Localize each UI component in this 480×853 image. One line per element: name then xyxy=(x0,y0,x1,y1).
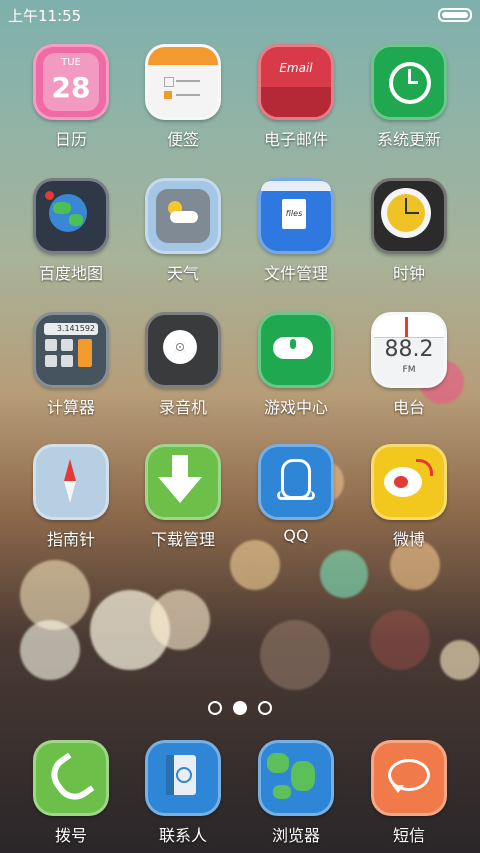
weibo-icon xyxy=(371,444,447,520)
page-dot[interactable] xyxy=(258,701,273,715)
weather-icon xyxy=(145,178,221,254)
app-label: 日历 xyxy=(54,130,87,149)
app-messages[interactable]: 短信 xyxy=(354,740,464,846)
app-label: 短信 xyxy=(392,826,425,845)
app-calendar[interactable]: TUE 28 日历 xyxy=(16,44,126,150)
app-label: 系统更新 xyxy=(376,130,441,149)
status-bar: 上午11:55 xyxy=(0,0,480,28)
app-radio[interactable]: 88.2 FM 电台 xyxy=(354,312,464,418)
dock: 拨号 联系人 浏览器 短信 xyxy=(0,740,480,853)
app-label: QQ xyxy=(283,526,309,545)
app-download[interactable]: 下载管理 xyxy=(128,444,238,550)
app-weibo[interactable]: 微博 xyxy=(354,444,464,550)
page-dot-active[interactable] xyxy=(233,701,247,715)
app-label: 指南针 xyxy=(46,530,95,549)
app-label: 微博 xyxy=(392,530,425,549)
app-qq[interactable]: QQ xyxy=(241,444,351,545)
calendar-icon: TUE 28 xyxy=(33,44,109,120)
calculator-icon: 3.141592 xyxy=(33,312,109,388)
app-phone[interactable]: 拨号 xyxy=(16,740,126,846)
system-update-icon xyxy=(371,44,447,120)
download-icon xyxy=(145,444,221,520)
phone-icon xyxy=(33,740,109,816)
app-clock[interactable]: 时钟 xyxy=(354,178,464,284)
app-label: 电子邮件 xyxy=(263,130,328,149)
app-map[interactable]: 百度地图 xyxy=(16,178,126,284)
app-label: 便签 xyxy=(166,130,199,149)
app-label: 拨号 xyxy=(54,826,87,845)
app-compass[interactable]: 指南针 xyxy=(16,444,126,550)
app-system-update[interactable]: 系统更新 xyxy=(354,44,464,150)
app-recorder[interactable]: 录音机 xyxy=(128,312,238,418)
app-label: 天气 xyxy=(166,264,199,283)
clock-icon xyxy=(371,178,447,254)
compass-icon xyxy=(33,444,109,520)
qq-icon xyxy=(258,444,334,520)
messages-icon xyxy=(371,740,447,816)
browser-icon xyxy=(258,740,334,816)
app-label: 计算器 xyxy=(46,398,95,417)
app-contacts[interactable]: 联系人 xyxy=(128,740,238,846)
status-time: 上午11:55 xyxy=(8,7,82,25)
app-label: 游戏中心 xyxy=(263,398,328,417)
app-label: 电台 xyxy=(392,398,425,417)
app-label: 下载管理 xyxy=(150,530,215,549)
map-icon xyxy=(33,178,109,254)
app-notes[interactable]: 便签 xyxy=(128,44,238,150)
app-calculator[interactable]: 3.141592 计算器 xyxy=(16,312,126,418)
app-weather[interactable]: 天气 xyxy=(128,178,238,284)
game-center-icon xyxy=(258,312,334,388)
app-label: 联系人 xyxy=(158,826,207,845)
contacts-icon xyxy=(145,740,221,816)
page-dot[interactable] xyxy=(207,701,222,715)
app-game-center[interactable]: 游戏中心 xyxy=(241,312,351,418)
app-files[interactable]: files 文件管理 xyxy=(241,178,351,284)
notes-icon xyxy=(145,44,221,120)
battery-icon xyxy=(438,8,472,22)
app-label: 时钟 xyxy=(392,264,425,283)
files-icon: files xyxy=(258,178,334,254)
email-icon: Email xyxy=(258,44,334,120)
app-browser[interactable]: 浏览器 xyxy=(241,740,351,846)
app-label: 浏览器 xyxy=(271,826,320,845)
radio-icon: 88.2 FM xyxy=(371,312,447,388)
app-label: 百度地图 xyxy=(38,264,103,283)
app-label: 文件管理 xyxy=(263,264,328,283)
page-indicator[interactable] xyxy=(0,700,480,719)
app-label: 录音机 xyxy=(158,398,207,417)
app-email[interactable]: Email 电子邮件 xyxy=(241,44,351,150)
recorder-icon xyxy=(145,312,221,388)
